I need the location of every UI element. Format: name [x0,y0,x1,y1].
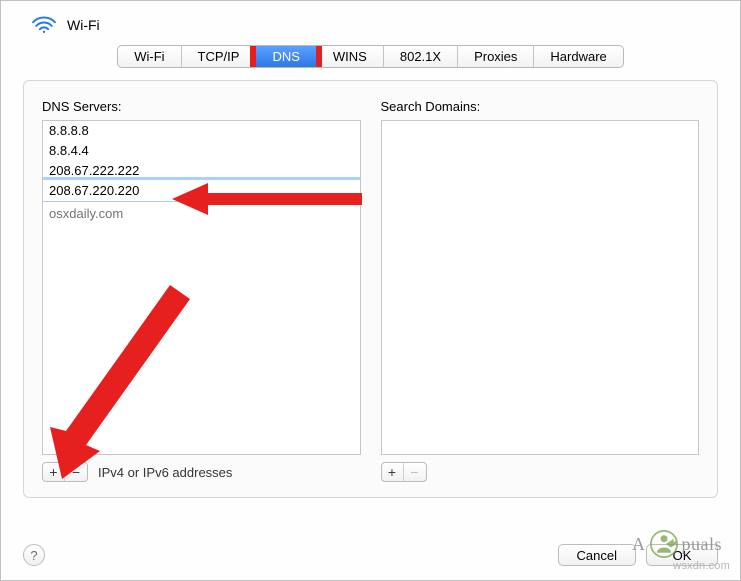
dns-add-remove-control: + − [42,462,88,482]
content-well: DNS Servers: 8.8.8.8 8.8.4.4 208.67.222.… [23,80,718,498]
tab-proxies[interactable]: Proxies [458,46,534,67]
minus-icon: − [410,464,418,480]
plus-icon: + [388,464,396,480]
add-search-domain-button[interactable]: + [382,463,404,481]
dns-servers-listbox[interactable]: 8.8.8.8 8.8.4.4 208.67.222.222 208.67.22… [42,120,361,455]
dns-hint: IPv4 or IPv6 addresses [98,465,232,480]
remove-search-domain-button[interactable]: − [404,463,426,481]
network-advanced-window: Wi-Fi Wi-Fi TCP/IP DNS WINS 802.1X Proxi… [0,0,741,581]
brand-watermark: A puals [632,530,722,558]
tab-segmented-control: Wi-Fi TCP/IP DNS WINS 802.1X Proxies Har… [117,45,624,68]
add-dns-button[interactable]: + [43,463,65,481]
tab-hardware[interactable]: Hardware [534,46,622,67]
remove-dns-button[interactable]: − [65,463,87,481]
tab-wins[interactable]: WINS [317,46,384,67]
window-header: Wi-Fi [1,1,740,45]
help-icon: ? [30,548,37,563]
tab-dns[interactable]: DNS [256,46,316,67]
cancel-button[interactable]: Cancel [558,544,636,566]
search-domains-add-remove-control: + − [381,462,427,482]
list-item-editing[interactable]: 208.67.220.220 [43,181,360,201]
tab-8021x[interactable]: 802.1X [384,46,458,67]
tab-wifi[interactable]: Wi-Fi [118,46,181,67]
footer-bar: ? Cancel OK [23,544,718,566]
search-domains-column: Search Domains: + − [381,99,700,483]
dns-servers-label: DNS Servers: [42,99,361,114]
search-domains-listbox[interactable] [381,120,700,455]
search-domains-label: Search Domains: [381,99,700,114]
site-watermark: wsxdn.com [673,560,730,572]
tab-bar: Wi-Fi TCP/IP DNS WINS 802.1X Proxies Har… [1,45,740,68]
list-item[interactable]: osxdaily.com [43,204,360,224]
tab-tcpip[interactable]: TCP/IP [182,46,257,67]
list-item[interactable]: 8.8.4.4 [43,141,360,161]
minus-icon: − [72,464,80,480]
selection-highlight [43,177,360,180]
brand-logo-icon [650,530,678,558]
wifi-icon [31,15,57,35]
window-title: Wi-Fi [67,17,100,33]
plus-icon: + [49,464,57,480]
list-item[interactable]: 8.8.8.8 [43,121,360,141]
help-button[interactable]: ? [23,544,45,566]
dns-servers-column: DNS Servers: 8.8.8.8 8.8.4.4 208.67.222.… [42,99,361,483]
